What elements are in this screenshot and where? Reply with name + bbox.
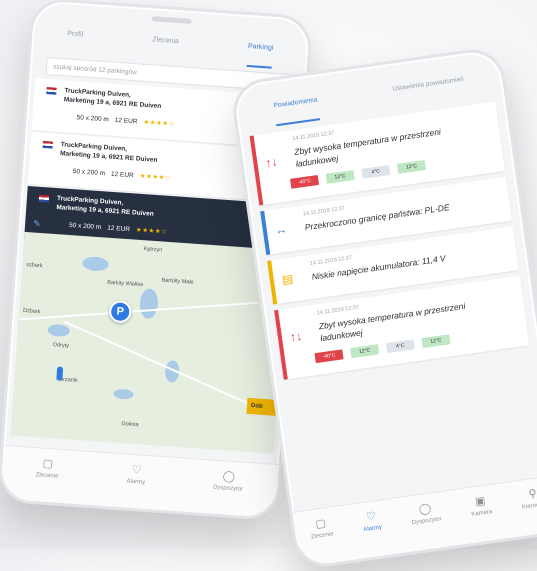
alert-severity-bar	[274, 309, 288, 380]
temp-chip: -40°C	[289, 175, 320, 189]
parking-size: 50 x 200 m	[68, 221, 102, 231]
alert-severity-bar	[260, 210, 271, 255]
temp-chip: 4°C	[361, 164, 391, 179]
parking-meta: 50 x 200 m 12 EUR ★★★★☆	[73, 167, 172, 182]
parking-size: 50 x 200 m	[72, 167, 106, 177]
chat-icon: ◯	[418, 502, 432, 517]
lake	[82, 255, 109, 272]
parking-name: TruckParking Duiven, Marketing 19 a, 6921…	[63, 87, 162, 111]
camera-icon: ▣	[474, 494, 487, 509]
tab-profil[interactable]: Profil	[66, 30, 83, 55]
parking-pin-marker[interactable]: P	[108, 299, 132, 324]
parking-name: TruckParking Duiven, Marketing 19 a, 6921…	[59, 141, 158, 164]
tab-powiadomienia[interactable]: Powiadomienia	[273, 96, 321, 127]
map-place-label: szbark	[26, 262, 43, 270]
parking-price: 12 EUR	[114, 116, 138, 125]
border-crossing-icon: ↔	[274, 221, 288, 238]
nav-zlecenie[interactable]: ▢ Zlecenie	[34, 456, 60, 502]
map-place-label: Barkity Wielkie	[107, 279, 144, 289]
netherlands-flag-icon	[46, 87, 57, 95]
bell-icon: ♡	[365, 510, 377, 524]
left-bottom-nav: ▢ Zlecenie ♡ Alarmy ◯ Dyspozytor	[0, 444, 279, 519]
clipboard-icon: ▢	[42, 457, 54, 471]
road	[64, 320, 248, 404]
lake	[113, 388, 134, 400]
netherlands-flag-icon	[38, 194, 50, 203]
nav-zlecenie[interactable]: ▢ Zlecenie	[309, 515, 338, 565]
parking-size: 50 x 200 m	[76, 113, 110, 123]
right-bottom-nav: ▢ Zlecenie ♡ Alarmy ◯ Dyspozytor ▣ Kamer…	[292, 474, 537, 568]
edit-pencil-icon[interactable]: ✎	[33, 218, 41, 229]
parking-map[interactable]: Kętrzyn Barkity Wielkie Bartołty Małe sz…	[10, 231, 288, 454]
temp-chip: 12°C	[350, 344, 380, 359]
nav-alarmy[interactable]: ♡ Alarmy	[125, 463, 147, 509]
nav-dyspozytor[interactable]: ◯ Dyspozytor	[409, 500, 445, 551]
map-place-label: Dźbark	[22, 307, 41, 316]
bell-icon: ♡	[131, 463, 142, 477]
nav-alarmy[interactable]: ♡ Alarmy	[361, 509, 386, 558]
thermometer-icon: ↑↓	[264, 154, 279, 171]
map-place-label: Kętrzyn	[143, 246, 163, 254]
nav-kamera[interactable]: ▣ Kamera	[469, 493, 496, 542]
tab-ustawienia-powiadomien[interactable]: Ustawienia powiadomień	[392, 76, 467, 110]
temp-chip: 4°C	[385, 339, 415, 354]
temp-chip: 12°C	[396, 159, 427, 174]
parking-price: 12 EUR	[107, 224, 131, 233]
parking-name: TruckParking Duiven, Marketing 19 a, 6921…	[56, 195, 154, 218]
person-marker-icon	[56, 366, 64, 381]
clipboard-icon: ▢	[314, 517, 327, 531]
tab-zlecenia[interactable]: Zlecenia	[151, 36, 179, 62]
map-place-label: Bartołty Małe	[161, 277, 194, 286]
temp-chip: 12°C	[421, 334, 451, 349]
alert-severity-bar	[267, 260, 278, 305]
chat-icon: ◯	[222, 470, 236, 484]
lake	[138, 288, 159, 320]
rating-stars: ★★★★☆	[139, 172, 172, 182]
map-place-label: Odryty	[52, 342, 70, 350]
search-placeholder: szukaj spośród 12 parkingów	[52, 63, 138, 77]
nav-dyspozytor[interactable]: ◯ Dyspozytor	[211, 469, 244, 516]
alert-text: Przekroczono granicę państwa: PL-DE	[304, 202, 451, 233]
temp-chip: 12°C	[325, 170, 355, 184]
key-icon: ⚲	[527, 487, 537, 501]
parking-meta: 50 x 200 m 12 EUR ★★★★☆	[76, 113, 175, 128]
tab-parkingi[interactable]: Parkingi	[246, 42, 274, 69]
lake	[47, 323, 71, 338]
parking-price: 12 EUR	[110, 170, 134, 179]
battery-icon: ▤	[280, 271, 295, 287]
temp-chip: -40°C	[314, 349, 344, 364]
parking-meta: 50 x 200 m 12 EUR ★★★★☆	[68, 221, 168, 236]
phone-notch	[151, 16, 192, 24]
alert-severity-bar	[249, 135, 264, 206]
rating-stars: ★★★★☆	[135, 226, 168, 236]
thermometer-icon: ↑↓	[289, 328, 303, 345]
netherlands-flag-icon	[42, 140, 53, 149]
rating-stars: ★★★★☆	[143, 118, 176, 129]
alert-text: Niskie napięcie akumulatora: 11,4 V	[311, 253, 447, 282]
nav-kierowca[interactable]: ⚲ Kierowca	[520, 486, 537, 536]
map-place-label: Golinia	[121, 421, 139, 429]
